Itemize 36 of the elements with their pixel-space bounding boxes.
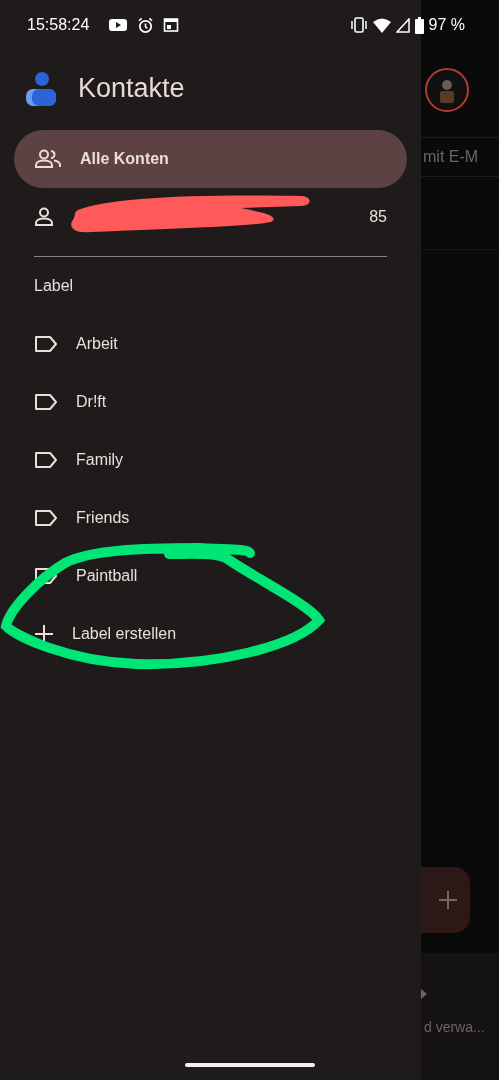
bottom-text: d verwa...: [423, 1019, 486, 1035]
plus-icon: [34, 624, 54, 644]
wifi-icon: [372, 17, 391, 33]
signal-icon: [395, 17, 410, 33]
create-label-button[interactable]: Label erstellen: [14, 605, 407, 663]
label-item[interactable]: Dr!ft: [14, 373, 407, 431]
add-contact-button[interactable]: [421, 867, 470, 933]
battery-percent: 97 %: [428, 16, 465, 34]
contacts-logo-icon: [26, 70, 56, 106]
contact-count: 85: [369, 208, 387, 226]
alarm-icon: [137, 16, 155, 34]
app-title: Kontakte: [78, 72, 185, 104]
account-item[interactable]: Alle Konten: [14, 130, 407, 188]
label-item[interactable]: Friends: [14, 489, 407, 547]
label-item[interactable]: Paintball: [14, 547, 407, 605]
vibrate-icon: [349, 17, 368, 33]
people-icon: [34, 149, 62, 169]
label-item[interactable]: Family: [14, 431, 407, 489]
label-icon: [34, 393, 58, 411]
video-app-icon: [108, 17, 129, 33]
person-icon: [34, 207, 54, 227]
label-icon: [34, 567, 58, 585]
arrow-icon: [421, 989, 427, 999]
avatar-icon[interactable]: [424, 67, 470, 113]
calendar-icon: [163, 17, 180, 33]
battery-icon: [414, 16, 424, 34]
plus-icon: [438, 890, 458, 910]
label-icon: [34, 335, 58, 353]
label-icon: [34, 509, 58, 527]
section-heading: Label: [33, 276, 75, 296]
search-field[interactable]: mit E-M: [421, 137, 499, 177]
label-item[interactable]: Arbeit: [14, 315, 407, 373]
status-time: 15:58:24: [27, 16, 90, 34]
gesture-handle[interactable]: [185, 1063, 315, 1067]
label-icon: [34, 451, 58, 469]
account-item[interactable]: 85: [14, 188, 407, 246]
